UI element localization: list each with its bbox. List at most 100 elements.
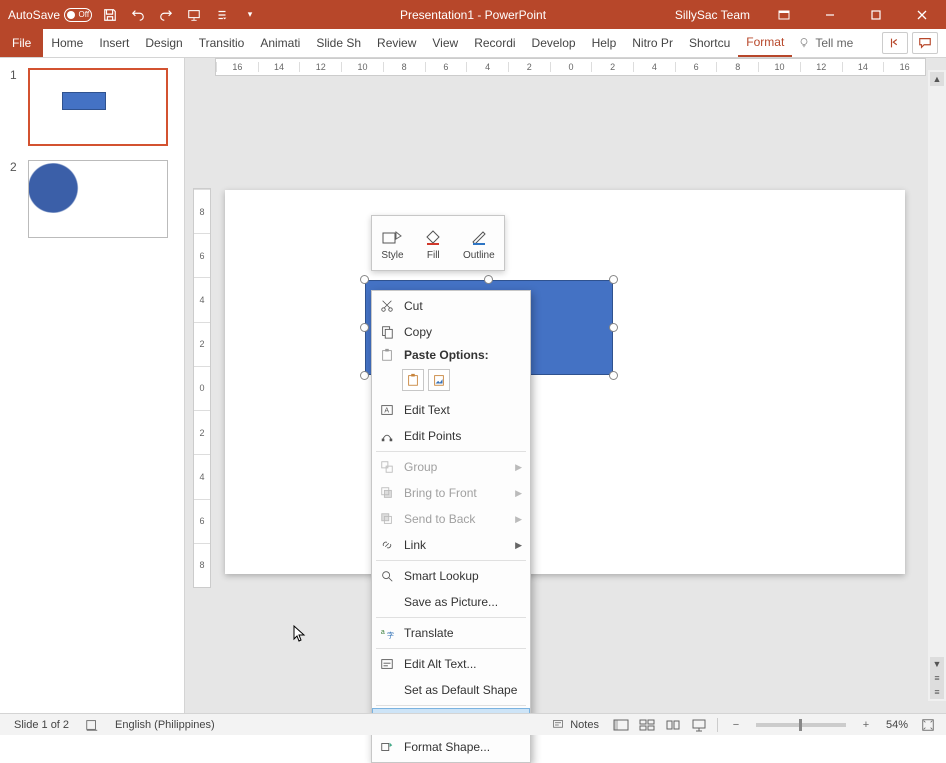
ctx-paste-options bbox=[372, 365, 530, 397]
zoom-level[interactable]: 54% bbox=[880, 719, 914, 731]
slide-thumbnail-2[interactable] bbox=[28, 160, 168, 238]
scroll-down-icon[interactable]: ▼ bbox=[930, 657, 944, 671]
ctx-copy[interactable]: Copy bbox=[372, 319, 530, 345]
horizontal-ruler: 1614121086420246810121416 bbox=[215, 58, 926, 76]
zoom-out-icon[interactable]: − bbox=[724, 716, 748, 734]
fit-window-icon[interactable] bbox=[916, 716, 940, 734]
slide-thumbnail-panel[interactable]: 1 2 bbox=[0, 58, 185, 713]
outline-icon bbox=[468, 226, 490, 248]
tab-format[interactable]: Format bbox=[738, 29, 792, 57]
format-shape-icon bbox=[378, 738, 396, 756]
context-menu: Cut Copy Paste Options: A Edit Text Edit… bbox=[371, 290, 531, 763]
reading-view-icon[interactable] bbox=[661, 716, 685, 734]
ctx-link[interactable]: Link ▶ bbox=[372, 532, 530, 558]
ctx-set-default[interactable]: Set as Default Shape bbox=[372, 677, 530, 703]
ctx-edit-alt-label: Edit Alt Text... bbox=[404, 657, 476, 671]
list-dropdown-icon[interactable] bbox=[212, 5, 232, 25]
ctx-cut-label: Cut bbox=[404, 299, 423, 313]
mini-outline-button[interactable]: Outline bbox=[459, 224, 499, 263]
svg-text:A: A bbox=[384, 408, 389, 415]
save-icon[interactable] bbox=[100, 5, 120, 25]
paste-use-theme-icon[interactable] bbox=[402, 369, 424, 391]
link-icon bbox=[378, 536, 396, 554]
document-title: Presentation1 - PowerPoint bbox=[400, 8, 546, 22]
tab-file[interactable]: File bbox=[0, 29, 43, 57]
ctx-format-shape[interactable]: Format Shape... bbox=[372, 734, 530, 760]
ctx-edit-text[interactable]: A Edit Text bbox=[372, 397, 530, 423]
style-icon bbox=[381, 226, 403, 248]
autosave-label: AutoSave bbox=[8, 8, 60, 22]
title-bar: AutoSave Off ▾ Presentation1 - PowerPoin… bbox=[0, 0, 946, 29]
tell-me-search[interactable]: Tell me bbox=[798, 29, 853, 57]
ctx-set-default-label: Set as Default Shape bbox=[404, 683, 517, 697]
ribbon-display-icon[interactable] bbox=[764, 0, 804, 29]
paste-picture-icon[interactable] bbox=[428, 369, 450, 391]
mouse-cursor-icon bbox=[293, 625, 307, 643]
tab-recording[interactable]: Recordi bbox=[466, 29, 523, 57]
separator bbox=[376, 451, 526, 452]
zoom-slider[interactable] bbox=[756, 723, 846, 727]
sorter-view-icon[interactable] bbox=[635, 716, 659, 734]
toggle-off-icon[interactable]: Off bbox=[64, 8, 92, 22]
tab-insert[interactable]: Insert bbox=[91, 29, 137, 57]
status-language[interactable]: English (Philippines) bbox=[107, 719, 223, 731]
autosave-toggle[interactable]: AutoSave Off bbox=[8, 8, 92, 22]
minimize-icon[interactable] bbox=[810, 0, 850, 29]
ctx-format-shape-label: Format Shape... bbox=[404, 740, 490, 754]
tab-shortcut[interactable]: Shortcu bbox=[681, 29, 738, 57]
maximize-icon[interactable] bbox=[856, 0, 896, 29]
status-slide-count[interactable]: Slide 1 of 2 bbox=[6, 719, 77, 731]
slide-canvas[interactable] bbox=[225, 190, 905, 574]
next-slide-icon[interactable]: ≡ bbox=[930, 685, 944, 699]
tab-help[interactable]: Help bbox=[584, 29, 625, 57]
tab-home[interactable]: Home bbox=[43, 29, 91, 57]
ctx-smart-lookup[interactable]: Smart Lookup bbox=[372, 563, 530, 589]
share-icon[interactable] bbox=[882, 32, 908, 54]
ctx-translate[interactable]: a字 Translate bbox=[372, 620, 530, 646]
mini-style-label: Style bbox=[381, 250, 403, 261]
slide-thumbnail-1[interactable] bbox=[28, 68, 168, 146]
ctx-save-picture[interactable]: Save as Picture... bbox=[372, 589, 530, 615]
start-show-icon[interactable] bbox=[184, 5, 204, 25]
separator bbox=[376, 705, 526, 706]
undo-icon[interactable] bbox=[128, 5, 148, 25]
ctx-edit-points[interactable]: Edit Points bbox=[372, 423, 530, 449]
ctx-edit-points-label: Edit Points bbox=[404, 429, 461, 443]
tab-nitropro[interactable]: Nitro Pr bbox=[624, 29, 681, 57]
separator bbox=[376, 617, 526, 618]
translate-icon: a字 bbox=[378, 624, 396, 642]
tab-review[interactable]: Review bbox=[369, 29, 424, 57]
user-name[interactable]: SillySac Team bbox=[675, 8, 750, 22]
tab-view[interactable]: View bbox=[424, 29, 466, 57]
status-right: Notes − + 54% bbox=[544, 716, 940, 734]
zoom-in-icon[interactable]: + bbox=[854, 716, 878, 734]
ctx-paste-heading: Paste Options: bbox=[372, 345, 530, 365]
tab-design[interactable]: Design bbox=[137, 29, 190, 57]
tab-animations[interactable]: Animati bbox=[252, 29, 308, 57]
notes-button[interactable]: Notes bbox=[544, 719, 607, 731]
tab-transitions[interactable]: Transitio bbox=[191, 29, 253, 57]
comments-icon[interactable] bbox=[912, 32, 938, 54]
copy-icon bbox=[378, 323, 396, 341]
redo-icon[interactable] bbox=[156, 5, 176, 25]
group-icon bbox=[378, 458, 396, 476]
mini-fill-button[interactable]: Fill bbox=[418, 224, 448, 263]
ctx-cut[interactable]: Cut bbox=[372, 293, 530, 319]
vertical-scrollbar[interactable]: ▲ ▼ ≡ ≡ bbox=[928, 70, 946, 701]
slideshow-view-icon[interactable] bbox=[687, 716, 711, 734]
scroll-up-icon[interactable]: ▲ bbox=[930, 72, 944, 86]
tab-developer[interactable]: Develop bbox=[524, 29, 584, 57]
slide-edit-area[interactable]: 1614121086420246810121416 864202468 bbox=[185, 58, 946, 713]
thumb-number: 2 bbox=[10, 160, 22, 174]
close-icon[interactable] bbox=[902, 0, 942, 29]
tab-slideshow[interactable]: Slide Sh bbox=[308, 29, 369, 57]
spellcheck-icon[interactable] bbox=[77, 718, 107, 732]
mini-style-button[interactable]: Style bbox=[377, 224, 407, 263]
titlebar-right: SillySac Team bbox=[675, 0, 946, 29]
ctx-smart-lookup-label: Smart Lookup bbox=[404, 569, 479, 583]
normal-view-icon[interactable] bbox=[609, 716, 633, 734]
separator bbox=[717, 718, 718, 732]
qat-customize-icon[interactable]: ▾ bbox=[240, 5, 260, 25]
ctx-edit-alt-text[interactable]: Edit Alt Text... bbox=[372, 651, 530, 677]
prev-slide-icon[interactable]: ≡ bbox=[930, 671, 944, 685]
